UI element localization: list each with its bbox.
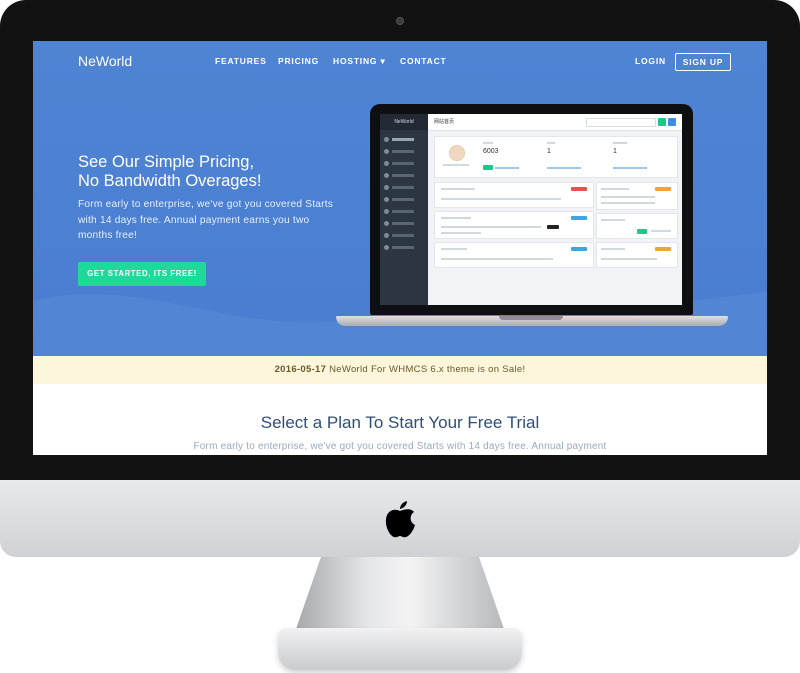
apple-logo-icon xyxy=(385,501,415,538)
preview-side-item xyxy=(384,148,424,155)
preview-line xyxy=(601,219,625,221)
preview-tag xyxy=(571,216,587,220)
preview-line xyxy=(443,164,469,166)
plans-title: Select a Plan To Start Your Free Trial xyxy=(260,413,540,432)
preview-tag xyxy=(571,247,587,251)
preview-tag xyxy=(655,187,671,191)
nav-features-link[interactable]: FEATURES xyxy=(215,56,267,66)
preview-line xyxy=(441,248,467,250)
preview-line xyxy=(547,167,581,169)
website-screen: NeWorld FEATURES PRICING HOSTING ▾ CONTA… xyxy=(33,41,767,455)
preview-panel xyxy=(434,182,594,208)
preview-line xyxy=(613,167,647,169)
preview-panel xyxy=(434,211,594,239)
dashboard-preview: NeWorld 网站首页 6003 1 1 xyxy=(380,114,682,305)
preview-line xyxy=(441,232,481,234)
preview-stats-card: 6003 1 1 xyxy=(434,136,678,178)
nav-hosting-dropdown[interactable]: HOSTING ▾ xyxy=(333,56,386,67)
preview-blue-button xyxy=(668,118,676,126)
plans-subtitle: Form early to enterprise, we've got you … xyxy=(193,441,607,452)
preview-line xyxy=(441,258,553,260)
preview-mini-button xyxy=(637,229,647,234)
preview-tag xyxy=(571,187,587,191)
preview-side-item xyxy=(384,172,424,179)
preview-line xyxy=(613,142,627,144)
laptop-notch xyxy=(499,316,563,320)
hero-title-line-2: No Bandwidth Overages! xyxy=(78,172,262,190)
hero-subtitle: Form early to enterprise, we've got you … xyxy=(78,199,334,241)
preview-page-title: 网站首页 xyxy=(434,119,455,125)
preview-side-item xyxy=(384,196,424,203)
preview-stat-2: 1 xyxy=(547,148,551,155)
preview-tag xyxy=(655,247,671,251)
camera-icon xyxy=(396,17,404,25)
preview-side-panel xyxy=(596,182,678,210)
hero-title-line-1: See Our Simple Pricing, xyxy=(78,153,255,171)
preview-brand: NeWorld xyxy=(380,114,428,130)
preview-line xyxy=(601,188,629,190)
site-logo[interactable]: NeWorld xyxy=(78,53,132,69)
preview-line xyxy=(483,142,493,144)
nav-login-link[interactable]: LOGIN xyxy=(635,56,666,66)
imac-base xyxy=(278,628,522,670)
preview-sidebar: NeWorld xyxy=(380,114,428,305)
preview-side-item xyxy=(384,232,424,239)
preview-line xyxy=(601,196,655,198)
nav-pricing-link[interactable]: PRICING xyxy=(278,56,319,66)
preview-side-item xyxy=(384,136,424,143)
preview-line xyxy=(441,226,541,228)
preview-line xyxy=(547,142,555,144)
preview-tag xyxy=(547,225,559,229)
preview-green-button xyxy=(658,118,666,126)
preview-line xyxy=(601,202,655,204)
preview-line xyxy=(601,258,657,260)
imac-stand xyxy=(296,557,504,629)
preview-side-panel xyxy=(596,213,678,239)
preview-side-panel xyxy=(596,242,678,268)
preview-line xyxy=(601,248,625,250)
announcement-date: 2016-05-17 xyxy=(274,364,327,375)
announcement-text[interactable]: 2016-05-17 NeWorld For WHMCS 6.x theme i… xyxy=(33,364,767,375)
preview-line xyxy=(441,188,475,190)
preview-topbar: 网站首页 xyxy=(428,114,682,131)
preview-line xyxy=(441,198,561,200)
preview-side-item xyxy=(384,184,424,191)
preview-stat-3: 1 xyxy=(613,148,617,155)
nav-contact-link[interactable]: CONTACT xyxy=(400,56,447,66)
preview-side-item xyxy=(384,244,424,251)
preview-line xyxy=(441,217,471,219)
preview-panel xyxy=(434,242,594,268)
announcement-message: NeWorld For WHMCS 6.x theme is on Sale! xyxy=(329,364,526,375)
preview-side-item xyxy=(384,220,424,227)
preview-side-item xyxy=(384,208,424,215)
preview-line xyxy=(651,230,671,232)
preview-stat-1: 6003 xyxy=(483,148,499,155)
preview-avatar xyxy=(449,145,465,161)
get-started-button[interactable]: GET STARTED, ITS FREE! xyxy=(78,262,206,286)
preview-side-item xyxy=(384,160,424,167)
preview-line xyxy=(495,167,519,169)
signup-button[interactable]: SIGN UP xyxy=(675,53,731,71)
preview-mini-button xyxy=(483,165,493,170)
preview-search-box xyxy=(586,118,656,127)
hero-title: See Our Simple Pricing, No Bandwidth Ove… xyxy=(78,153,368,191)
announcement-bar: 2016-05-17 NeWorld For WHMCS 6.x theme i… xyxy=(33,356,767,384)
